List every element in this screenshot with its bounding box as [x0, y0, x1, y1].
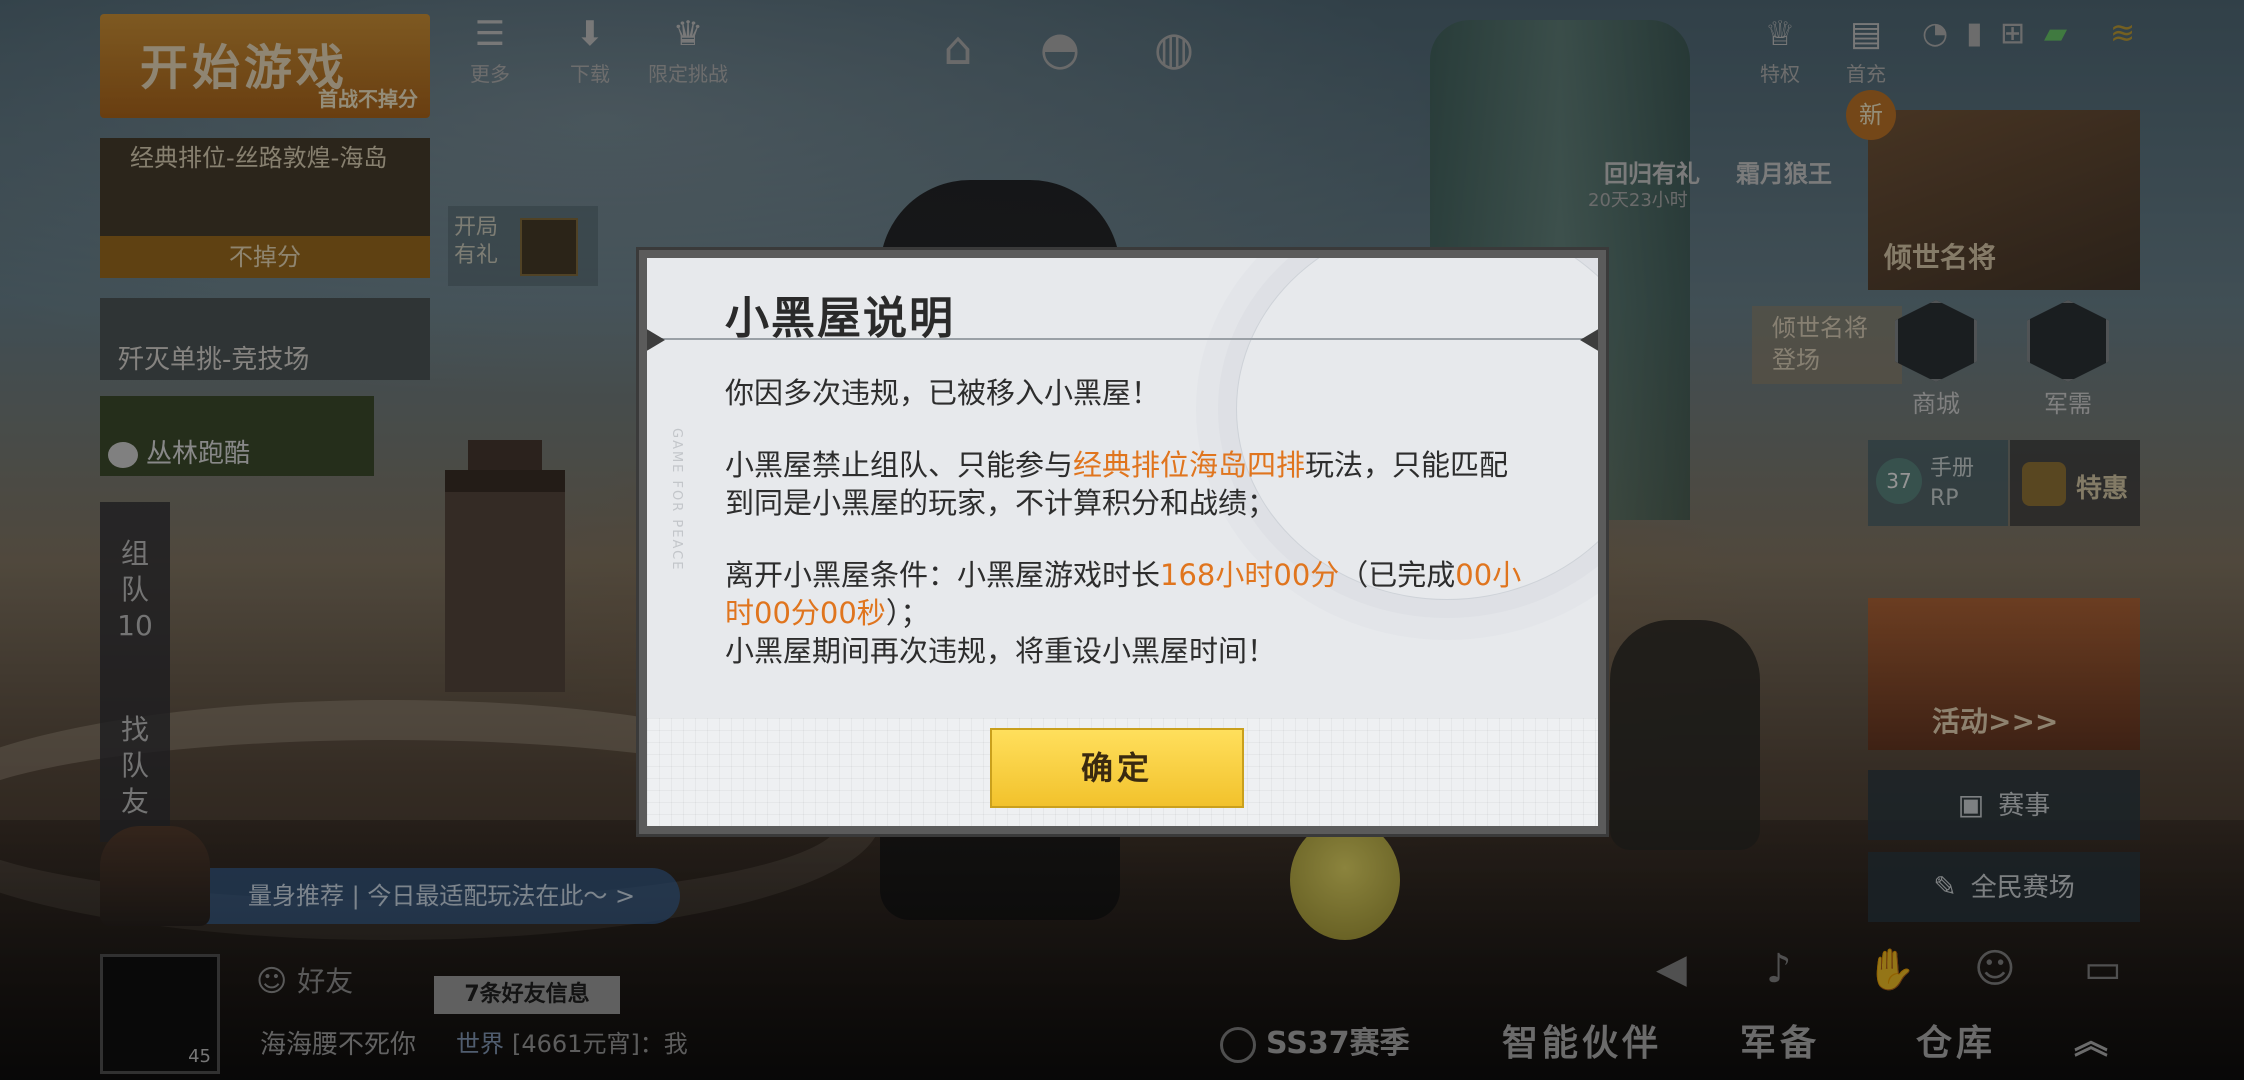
reset-warning: 小黑屋期间再次违规，将重设小黑屋时间！ [725, 632, 1525, 670]
dialog-body: 你因多次违规，已被移入小黑屋！ 小黑屋禁止组队、只能参与经典排位海岛四排玩法，只… [725, 374, 1525, 670]
exit-condition-text-b: （已完成 [1339, 558, 1456, 592]
restriction-paragraph: 小黑屋禁止组队、只能参与经典排位海岛四排玩法，只能匹配到同是小黑屋的玩家，不计算… [725, 446, 1525, 522]
violation-text: 你因多次违规，已被移入小黑屋！ [725, 376, 1161, 410]
dialog-title: 小黑屋说明 [725, 293, 955, 344]
required-duration: 168小时00分 [1160, 558, 1340, 592]
reset-warning-text: 小黑屋期间再次违规，将重设小黑屋时间！ [725, 634, 1277, 668]
restriction-text-a: 小黑屋禁止组队、只能参与 [725, 448, 1074, 482]
exit-condition-paragraph: 离开小黑屋条件：小黑屋游戏时长168小时00分（已完成00小时00分00秒）； [725, 556, 1525, 632]
exit-condition-text-a: 离开小黑屋条件：小黑屋游戏时长 [725, 558, 1161, 592]
exit-condition-text-c: ）； [885, 596, 930, 630]
title-divider [657, 338, 1588, 340]
divider-notch-left [647, 328, 665, 352]
allowed-mode-highlight: 经典排位海岛四排 [1073, 448, 1306, 482]
watermark-text: GAME FOR PEACE [669, 428, 684, 572]
confirm-button[interactable]: 确定 [990, 728, 1244, 808]
violation-notice: 你因多次违规，已被移入小黑屋！ [725, 374, 1525, 412]
confirm-label: 确定 [1080, 749, 1153, 787]
divider-notch-right [1580, 328, 1598, 352]
